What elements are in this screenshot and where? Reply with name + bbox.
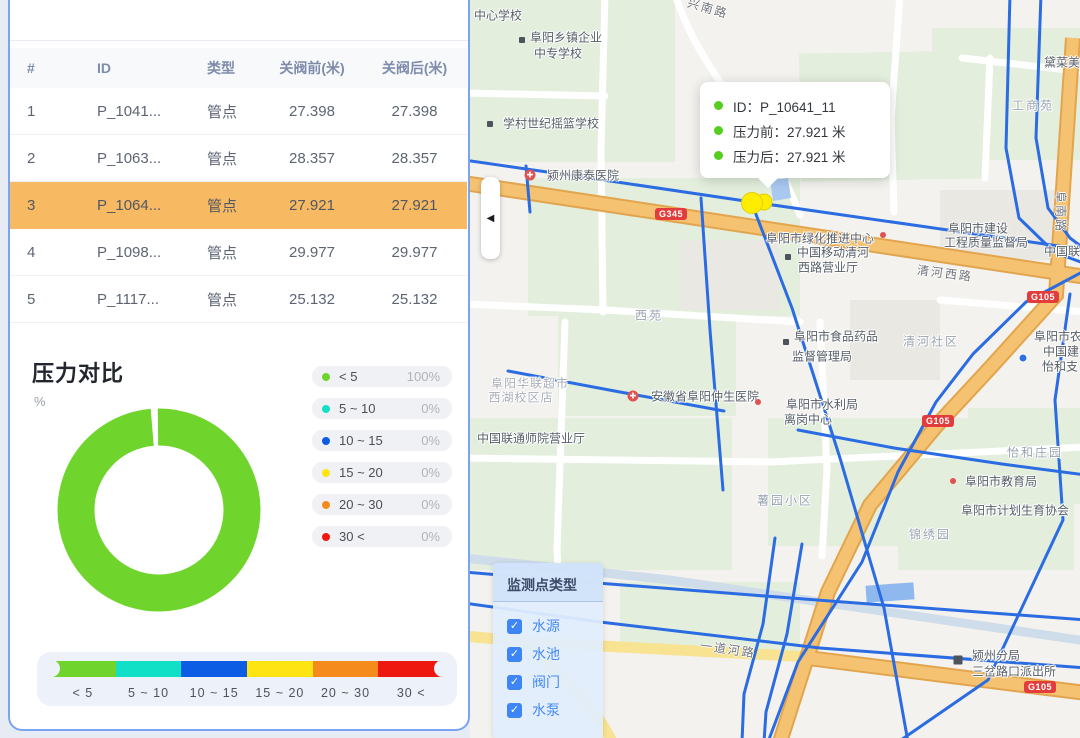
legend-dot-icon [322,533,330,541]
checkbox-checked-icon[interactable]: ✓ [507,703,522,718]
legend-dot-icon [322,373,330,381]
poi-label: 离岗中心 [784,411,832,428]
table-row[interactable]: 1 P_1041... 管点 27.398 27.398 [10,88,467,135]
school-icon [519,37,525,43]
poi-label: 阜阳市教育局 [965,473,1037,490]
poi-label: 中国联通师院营业厅 [477,430,585,447]
poi-label: 颍州分局 [972,647,1020,664]
legend-dot-icon [322,469,330,477]
legend-dot-icon [322,437,330,445]
pressure-scale-bar: < 5 5 ~ 10 10 ~ 15 15 ~ 20 20 ~ 30 30 < [37,652,457,706]
poi-dot-icon [783,339,789,345]
poi-label: 中专学校 [534,45,582,62]
poi-label: 中心学校 [474,7,522,24]
poi-label: 监督管理局 [792,348,852,365]
left-panel: # ID 类型 关阀前(米) 关阀后(米) 1 P_1041... 管点 27.… [8,0,470,731]
road-badge: G105 [1024,681,1056,693]
pressure-chart-unit: % [34,394,46,409]
green-dot-icon [714,101,723,110]
poi-dot-icon [880,232,886,238]
poi-dot-icon [755,399,761,405]
monitor-type-checkbox-row[interactable]: ✓ 水源 [493,612,603,640]
legend-item[interactable]: 20 ~ 300% [312,494,452,515]
legend-item[interactable]: 15 ~ 200% [312,462,452,483]
scale-labels: < 5 5 ~ 10 10 ~ 15 15 ~ 20 20 ~ 30 30 < [50,686,444,700]
poi-label: 颍州康泰医院 [547,167,619,184]
poi-label: 三岔路口派出所 [972,663,1056,680]
green-dot-icon [714,126,723,135]
road-badge: G105 [1027,291,1059,303]
tooltip-row: 压力后：27.921 米 [714,143,876,168]
poi-label: 锦绣园 [909,526,951,543]
road-badge: G105 [922,415,954,427]
pressure-legend: < 5100% 5 ~ 100% 10 ~ 150% 15 ~ 200% 20 … [312,366,452,547]
poi-label: 西苑 [635,307,663,324]
poi-label: 工程质量监督局 [944,234,1028,251]
poi-label: 怡和庄园 [1007,444,1063,461]
poi-dot-icon [785,254,791,260]
scale-notch-left [43,660,60,677]
road-name-label: 阜南路 [1053,191,1070,233]
tooltip-row: 压力前：27.921 米 [714,118,876,143]
legend-item[interactable]: 5 ~ 100% [312,398,452,419]
panel-divider [10,40,468,41]
table-row[interactable]: 5 P_1117... 管点 25.132 25.132 [10,276,467,323]
col-header-after: 关阀后(米) [362,58,467,78]
school-icon [487,121,493,127]
monitor-type-checkbox-row[interactable]: ✓ 水泵 [493,696,603,724]
police-station-icon [954,656,963,665]
poi-label: 清河社区 [903,333,959,350]
checkbox-checked-icon[interactable]: ✓ [507,675,522,690]
pressure-donut-chart [54,405,264,615]
poi-label: 工商苑 [1012,97,1054,114]
monitor-type-checkbox-row[interactable]: ✓ 水池 [493,640,603,668]
poi-label: 学村世纪摇篮学校 [503,115,599,132]
table-row[interactable]: 4 P_1098... 管点 29.977 29.977 [10,229,467,276]
monitor-type-legend: 监测点类型 ✓ 水源 ✓ 水池 ✓ 阀门 ✓ 水泵 [493,563,603,738]
map-canvas[interactable]: 中心学校 阜阳乡镇企业 中专学校 学村世纪摇篮学校 颍州康泰医院 西苑 阜阳市绿… [470,0,1080,738]
table-row[interactable]: 2 P_1063... 管点 28.357 28.357 [10,135,467,182]
road-badge: G345 [655,208,687,220]
hospital-icon: ✚ [628,391,639,402]
monitor-type-checkbox-row[interactable]: ✓ 阀门 [493,668,603,696]
poi-label: 阜阳市计划生育协会 [961,502,1069,519]
hospital-icon: ✚ [525,170,536,181]
poi-label: 西路营业厅 [798,259,858,276]
node-tooltip: ID：P_10641_11 压力前：27.921 米 压力后：27.921 米 [700,82,890,178]
poi-dot-icon [950,478,956,484]
poi-label: 阜阳市食品药品 [794,328,878,345]
legend-dot-icon [322,501,330,509]
checkbox-checked-icon[interactable]: ✓ [507,619,522,634]
scale-notch-right [434,660,451,677]
table-row-selected[interactable]: 3 P_1064... 管点 27.921 27.921 [10,182,467,229]
legend-item[interactable]: < 5100% [312,366,452,387]
panel-collapse-handle[interactable]: ◀ [481,177,500,259]
chevron-left-icon: ◀ [487,213,495,224]
col-header-before: 关阀前(米) [262,58,362,78]
poi-label: 黛菜美 [1044,54,1080,71]
legend-dot-icon [322,405,330,413]
valve-result-table: # ID 类型 关阀前(米) 关阀后(米) 1 P_1041... 管点 27.… [10,48,467,323]
poi-label: 薯园小区 [757,492,813,509]
col-header-index: # [27,60,97,76]
table-header-row: # ID 类型 关阀前(米) 关阀后(米) [10,48,467,88]
poi-label: 西湖校区店 [488,389,553,406]
legend-item[interactable]: 10 ~ 150% [312,430,452,451]
tooltip-row: ID：P_10641_11 [714,93,876,118]
col-header-type: 类型 [187,58,262,78]
scale-color-bar [50,661,444,677]
poi-label: 阜阳乡镇企业 [530,29,602,46]
legend-item[interactable]: 30 <0% [312,526,452,547]
monitor-legend-title: 监测点类型 [493,563,603,602]
pressure-chart-title: 压力对比 [32,356,124,388]
poi-label: 安徽省阜阳仲生医院 [651,388,759,405]
checkbox-checked-icon[interactable]: ✓ [507,647,522,662]
poi-label: 怡和支 [1042,358,1078,375]
bank-icon [1019,354,1028,363]
poi-label: 中国联 [1044,243,1080,260]
green-dot-icon [714,151,723,160]
col-header-id: ID [97,60,187,76]
